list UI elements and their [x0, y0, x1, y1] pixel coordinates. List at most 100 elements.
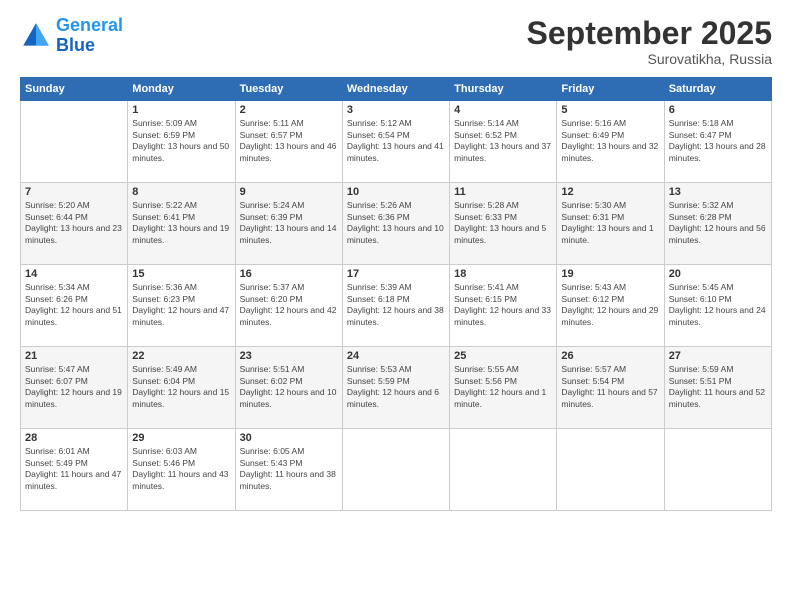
day-number: 16 [240, 268, 338, 280]
calendar-day: 17 Sunrise: 5:39 AM Sunset: 6:18 PM Dayli… [342, 265, 449, 347]
day-info: Sunrise: 5:14 AM Sunset: 6:52 PM Dayligh… [454, 118, 552, 164]
calendar-day: 28 Sunrise: 6:01 AM Sunset: 5:49 PM Dayli… [21, 429, 128, 511]
day-number: 10 [347, 186, 445, 198]
calendar-day [664, 429, 771, 511]
calendar-day: 4 Sunrise: 5:14 AM Sunset: 6:52 PM Daylig… [450, 101, 557, 183]
day-info: Sunrise: 5:36 AM Sunset: 6:23 PM Dayligh… [132, 282, 230, 328]
header: General Blue September 2025 Surovatikha,… [20, 16, 772, 67]
day-number: 27 [669, 350, 767, 362]
day-info: Sunrise: 5:43 AM Sunset: 6:12 PM Dayligh… [561, 282, 659, 328]
day-number: 3 [347, 104, 445, 116]
calendar-week-4: 21Sunrise: 5:47 AM Sunset: 6:07 PM Dayli… [21, 347, 772, 429]
logo-icon [20, 20, 52, 52]
day-info: Sunrise: 5:59 AM Sunset: 5:51 PM Dayligh… [669, 364, 767, 410]
day-number: 20 [669, 268, 767, 280]
col-monday: Monday [128, 78, 235, 101]
day-info: Sunrise: 5:45 AM Sunset: 6:10 PM Dayligh… [669, 282, 767, 328]
calendar-day: 19 Sunrise: 5:43 AM Sunset: 6:12 PM Dayli… [557, 265, 664, 347]
calendar-day: 14 Sunrise: 5:34 AM Sunset: 6:26 PM Dayli… [21, 265, 128, 347]
day-info: Sunrise: 5:51 AM Sunset: 6:02 PM Dayligh… [240, 364, 338, 410]
day-number: 7 [25, 186, 123, 198]
day-number: 25 [454, 350, 552, 362]
day-info: Sunrise: 5:16 AM Sunset: 6:49 PM Dayligh… [561, 118, 659, 164]
calendar-day: 7Sunrise: 5:20 AM Sunset: 6:44 PM Daylig… [21, 183, 128, 265]
calendar-day: 29Sunrise: 6:03 AM Sunset: 5:46 PM Dayli… [128, 429, 235, 511]
title-block: September 2025 Surovatikha, Russia [527, 16, 772, 67]
header-row: Sunday Monday Tuesday Wednesday Thursday… [21, 78, 772, 101]
calendar-day: 24 Sunrise: 5:53 AM Sunset: 5:59 PM Dayli… [342, 347, 449, 429]
col-saturday: Saturday [664, 78, 771, 101]
calendar-day: 8 Sunrise: 5:22 AM Sunset: 6:41 PM Daylig… [128, 183, 235, 265]
day-info: Sunrise: 5:22 AM Sunset: 6:41 PM Dayligh… [132, 200, 230, 246]
day-number: 17 [347, 268, 445, 280]
col-thursday: Thursday [450, 78, 557, 101]
calendar-day: 1Sunrise: 5:09 AM Sunset: 6:59 PM Daylig… [128, 101, 235, 183]
calendar-day: 15 Sunrise: 5:36 AM Sunset: 6:23 PM Dayli… [128, 265, 235, 347]
calendar-day: 25Sunrise: 5:55 AM Sunset: 5:56 PM Dayli… [450, 347, 557, 429]
day-info: Sunrise: 5:47 AM Sunset: 6:07 PM Dayligh… [25, 364, 123, 410]
day-info: Sunrise: 6:01 AM Sunset: 5:49 PM Dayligh… [25, 446, 123, 492]
day-number: 19 [561, 268, 659, 280]
day-info: Sunrise: 5:18 AM Sunset: 6:47 PM Dayligh… [669, 118, 767, 164]
calendar-day: 30Sunrise: 6:05 AM Sunset: 5:43 PM Dayli… [235, 429, 342, 511]
calendar-day [557, 429, 664, 511]
calendar-day [342, 429, 449, 511]
day-number: 9 [240, 186, 338, 198]
day-number: 18 [454, 268, 552, 280]
calendar-day: 16 Sunrise: 5:37 AM Sunset: 6:20 PM Dayli… [235, 265, 342, 347]
day-info: Sunrise: 5:28 AM Sunset: 6:33 PM Dayligh… [454, 200, 552, 246]
day-number: 23 [240, 350, 338, 362]
day-info: Sunrise: 5:12 AM Sunset: 6:54 PM Dayligh… [347, 118, 445, 164]
day-info: Sunrise: 5:09 AM Sunset: 6:59 PM Dayligh… [132, 118, 230, 164]
calendar-day: 10 Sunrise: 5:26 AM Sunset: 6:36 PM Dayli… [342, 183, 449, 265]
day-number: 29 [132, 432, 230, 444]
day-info: Sunrise: 5:30 AM Sunset: 6:31 PM Dayligh… [561, 200, 659, 246]
day-info: Sunrise: 5:34 AM Sunset: 6:26 PM Dayligh… [25, 282, 123, 328]
day-number: 15 [132, 268, 230, 280]
location: Surovatikha, Russia [527, 51, 772, 67]
day-number: 14 [25, 268, 123, 280]
day-info: Sunrise: 5:11 AM Sunset: 6:57 PM Dayligh… [240, 118, 338, 164]
day-number: 24 [347, 350, 445, 362]
calendar-day: 20 Sunrise: 5:45 AM Sunset: 6:10 PM Dayli… [664, 265, 771, 347]
col-wednesday: Wednesday [342, 78, 449, 101]
calendar-day [450, 429, 557, 511]
day-number: 8 [132, 186, 230, 198]
calendar-day: 23 Sunrise: 5:51 AM Sunset: 6:02 PM Dayli… [235, 347, 342, 429]
day-info: Sunrise: 5:32 AM Sunset: 6:28 PM Dayligh… [669, 200, 767, 246]
calendar-day: 2 Sunrise: 5:11 AM Sunset: 6:57 PM Daylig… [235, 101, 342, 183]
day-info: Sunrise: 5:41 AM Sunset: 6:15 PM Dayligh… [454, 282, 552, 328]
month-title: September 2025 [527, 16, 772, 51]
calendar-table: Sunday Monday Tuesday Wednesday Thursday… [20, 77, 772, 511]
calendar-day: 27 Sunrise: 5:59 AM Sunset: 5:51 PM Dayli… [664, 347, 771, 429]
calendar-week-3: 14 Sunrise: 5:34 AM Sunset: 6:26 PM Dayli… [21, 265, 772, 347]
day-number: 6 [669, 104, 767, 116]
calendar-day: 18 Sunrise: 5:41 AM Sunset: 6:15 PM Dayli… [450, 265, 557, 347]
day-number: 28 [25, 432, 123, 444]
day-info: Sunrise: 5:37 AM Sunset: 6:20 PM Dayligh… [240, 282, 338, 328]
calendar-day: 21Sunrise: 5:47 AM Sunset: 6:07 PM Dayli… [21, 347, 128, 429]
calendar-day: 13 Sunrise: 5:32 AM Sunset: 6:28 PM Dayli… [664, 183, 771, 265]
day-info: Sunrise: 5:57 AM Sunset: 5:54 PM Dayligh… [561, 364, 659, 410]
day-number: 2 [240, 104, 338, 116]
calendar-day: 3 Sunrise: 5:12 AM Sunset: 6:54 PM Daylig… [342, 101, 449, 183]
calendar-day: 5 Sunrise: 5:16 AM Sunset: 6:49 PM Daylig… [557, 101, 664, 183]
day-info: Sunrise: 5:39 AM Sunset: 6:18 PM Dayligh… [347, 282, 445, 328]
day-number: 5 [561, 104, 659, 116]
day-number: 22 [132, 350, 230, 362]
day-info: Sunrise: 5:53 AM Sunset: 5:59 PM Dayligh… [347, 364, 445, 410]
day-info: Sunrise: 5:26 AM Sunset: 6:36 PM Dayligh… [347, 200, 445, 246]
calendar-day: 11 Sunrise: 5:28 AM Sunset: 6:33 PM Dayli… [450, 183, 557, 265]
calendar-week-1: 1Sunrise: 5:09 AM Sunset: 6:59 PM Daylig… [21, 101, 772, 183]
day-number: 26 [561, 350, 659, 362]
col-sunday: Sunday [21, 78, 128, 101]
day-number: 13 [669, 186, 767, 198]
calendar-day: 22Sunrise: 5:49 AM Sunset: 6:04 PM Dayli… [128, 347, 235, 429]
calendar-day: 9Sunrise: 5:24 AM Sunset: 6:39 PM Daylig… [235, 183, 342, 265]
day-info: Sunrise: 6:05 AM Sunset: 5:43 PM Dayligh… [240, 446, 338, 492]
day-number: 11 [454, 186, 552, 198]
calendar-week-2: 7Sunrise: 5:20 AM Sunset: 6:44 PM Daylig… [21, 183, 772, 265]
col-tuesday: Tuesday [235, 78, 342, 101]
logo: General Blue [20, 16, 123, 56]
day-number: 4 [454, 104, 552, 116]
